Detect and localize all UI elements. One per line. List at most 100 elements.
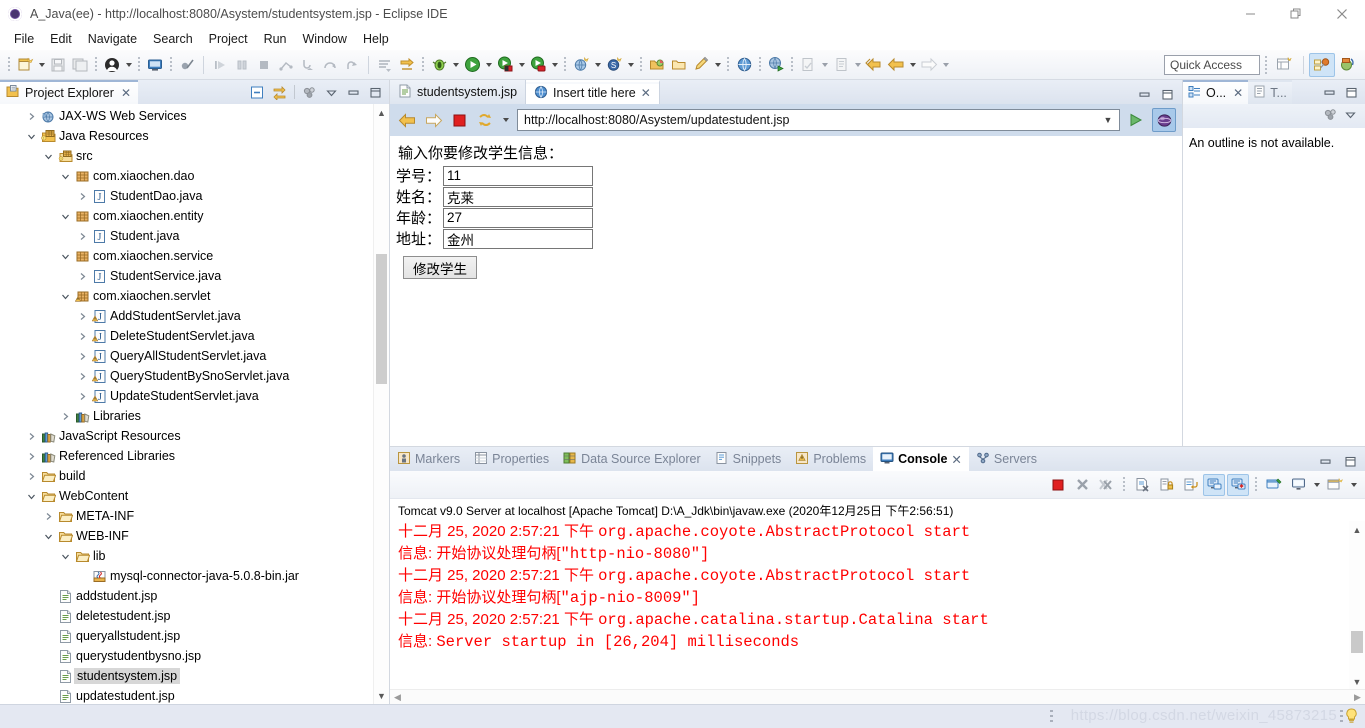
edit-icon[interactable] xyxy=(690,54,712,76)
pin-console-icon[interactable] xyxy=(1263,474,1285,496)
tree-item[interactable]: addstudent.jsp xyxy=(0,586,389,606)
tree-item[interactable]: J QueryStudentBySnoServlet.java xyxy=(0,366,389,386)
run-as-server-icon[interactable] xyxy=(494,54,516,76)
tip-of-the-day-icon[interactable] xyxy=(1344,708,1359,728)
perspective-web-button[interactable] xyxy=(1335,53,1361,77)
chevron-right-icon[interactable] xyxy=(74,352,90,361)
menu-run[interactable]: Run xyxy=(256,30,295,48)
chevron-right-icon[interactable] xyxy=(23,432,39,441)
tree-item[interactable]: com.xiaochen.entity xyxy=(0,206,389,226)
console-horizontal-scrollbar[interactable]: ◀ ▶ xyxy=(390,689,1365,704)
scroll-down-icon[interactable]: ▼ xyxy=(374,687,389,704)
input-name[interactable]: 克莱 xyxy=(443,186,594,207)
open-console-icon[interactable] xyxy=(1324,474,1346,496)
chevron-right-icon[interactable] xyxy=(23,452,39,461)
show-console-on-output-icon[interactable] xyxy=(1203,473,1225,496)
maximize-editor-icon[interactable] xyxy=(1161,88,1174,104)
back-icon[interactable] xyxy=(885,54,907,76)
tree-item[interactable]: J AddStudentServlet.java xyxy=(0,306,389,326)
tree-item[interactable]: J Student.java xyxy=(0,226,389,246)
input-address[interactable]: 金州 xyxy=(443,228,594,249)
new-session-bean-dropdown-arrow[interactable] xyxy=(625,54,636,76)
tree-item[interactable]: WEB-INF xyxy=(0,526,389,546)
jump-to-icon[interactable] xyxy=(396,54,418,76)
close-button[interactable] xyxy=(1319,0,1365,28)
run-configurations-icon[interactable] xyxy=(527,54,549,76)
menu-file[interactable]: File xyxy=(6,30,42,48)
tree-item[interactable]: Libraries xyxy=(0,406,389,426)
menu-search[interactable]: Search xyxy=(145,30,201,48)
collapse-all-icon[interactable] xyxy=(248,83,266,101)
chevron-down-icon[interactable] xyxy=(57,252,73,261)
close-icon[interactable]: ✕ xyxy=(121,86,131,100)
browser-go-icon[interactable] xyxy=(1124,112,1148,128)
submit-update-student-button[interactable]: 修改学生 xyxy=(403,256,477,279)
chevron-right-icon[interactable] xyxy=(74,312,90,321)
tab-console[interactable]: Console ✕ xyxy=(873,447,969,471)
open-type-icon[interactable] xyxy=(646,54,668,76)
status-bar-resize-handle[interactable] xyxy=(1050,710,1053,724)
view-menu-icon[interactable] xyxy=(300,83,318,101)
tree-item[interactable]: J QueryAllStudentServlet.java xyxy=(0,346,389,366)
input-age[interactable]: 27 xyxy=(443,207,594,228)
console-output[interactable]: 十二月 25, 2020 2:57:21 下午 org.apache.coyot… xyxy=(390,521,1365,704)
status-bar-resize-handle[interactable] xyxy=(1340,710,1343,724)
chevron-down-icon[interactable] xyxy=(23,132,39,141)
user-account-dropdown-arrow[interactable] xyxy=(123,54,134,76)
run-as-server-dropdown-arrow[interactable] xyxy=(516,54,527,76)
tab-insert-title-here[interactable]: Insert title here ✕ xyxy=(526,80,660,104)
tree-item[interactable]: JavaScript Resources xyxy=(0,426,389,446)
tree-item[interactable]: com.xiaochen.servlet xyxy=(0,286,389,306)
tree-item[interactable]: J StudentService.java xyxy=(0,266,389,286)
tree-item[interactable]: updatestudent.jsp xyxy=(0,686,389,704)
open-resource-icon[interactable] xyxy=(668,54,690,76)
tree-item[interactable]: ! src xyxy=(0,146,389,166)
url-dropdown-chevron-icon[interactable]: ▼ xyxy=(1101,115,1115,125)
back-history-icon[interactable] xyxy=(863,54,885,76)
chevron-down-icon[interactable] xyxy=(57,172,73,181)
minimize-button[interactable] xyxy=(1227,0,1273,28)
perspective-java-ee-button[interactable] xyxy=(1309,52,1335,77)
remove-launch-icon[interactable] xyxy=(1071,474,1093,496)
scroll-right-icon[interactable]: ▶ xyxy=(1350,692,1365,703)
run-configurations-dropdown-arrow[interactable] xyxy=(549,54,560,76)
tree-item[interactable]: WebContent xyxy=(0,486,389,506)
new-session-bean-icon[interactable]: S xyxy=(603,54,625,76)
tree-item[interactable]: J DeleteStudentServlet.java xyxy=(0,326,389,346)
tab-snippets[interactable]: Snippets xyxy=(708,447,789,471)
chevron-right-icon[interactable] xyxy=(23,472,39,481)
console-vertical-scrollbar[interactable]: ▲ ▼ xyxy=(1349,521,1365,704)
scroll-up-icon[interactable]: ▲ xyxy=(374,104,389,121)
tree-item[interactable]: com.xiaochen.dao xyxy=(0,166,389,186)
debug-dropdown-arrow[interactable] xyxy=(450,54,461,76)
run-icon[interactable] xyxy=(461,54,483,76)
chevron-down-icon[interactable] xyxy=(40,532,56,541)
tree-item[interactable]: META-INF xyxy=(0,506,389,526)
chevron-right-icon[interactable] xyxy=(74,372,90,381)
tree-item[interactable]: com.xiaochen.service xyxy=(0,246,389,266)
chevron-right-icon[interactable] xyxy=(74,392,90,401)
browser-stop-icon[interactable] xyxy=(448,109,470,131)
chevron-right-icon[interactable] xyxy=(23,112,39,121)
tree-item[interactable]: J StudentDao.java xyxy=(0,186,389,206)
maximize-view-icon[interactable] xyxy=(1344,455,1357,471)
chevron-right-icon[interactable] xyxy=(74,332,90,341)
minimize-view-icon[interactable] xyxy=(344,83,362,101)
tree-item[interactable]: lib xyxy=(0,546,389,566)
view-menu-chevron-icon[interactable] xyxy=(322,83,340,101)
remove-all-launches-icon[interactable] xyxy=(1095,474,1117,496)
project-tree-scrollbar[interactable]: ▲ ▼ xyxy=(373,104,389,704)
menu-edit[interactable]: Edit xyxy=(42,30,80,48)
display-selected-console-icon[interactable] xyxy=(1287,474,1309,496)
tab-task-list[interactable]: T... xyxy=(1248,80,1292,104)
tab-project-explorer[interactable]: Project Explorer ✕ xyxy=(0,80,138,104)
browser-refresh-dropdown-arrow[interactable] xyxy=(500,109,511,131)
terminate-icon[interactable] xyxy=(1047,474,1069,496)
link-with-editor-icon[interactable] xyxy=(270,83,288,101)
debug-icon[interactable] xyxy=(428,54,450,76)
minimize-view-icon[interactable] xyxy=(1319,455,1332,471)
tree-item[interactable]: ! Java Resources xyxy=(0,126,389,146)
tree-item[interactable]: studentsystem.jsp xyxy=(0,666,389,686)
quick-access-input[interactable]: Quick Access xyxy=(1164,54,1260,75)
tree-item[interactable]: J UpdateStudentServlet.java xyxy=(0,386,389,406)
